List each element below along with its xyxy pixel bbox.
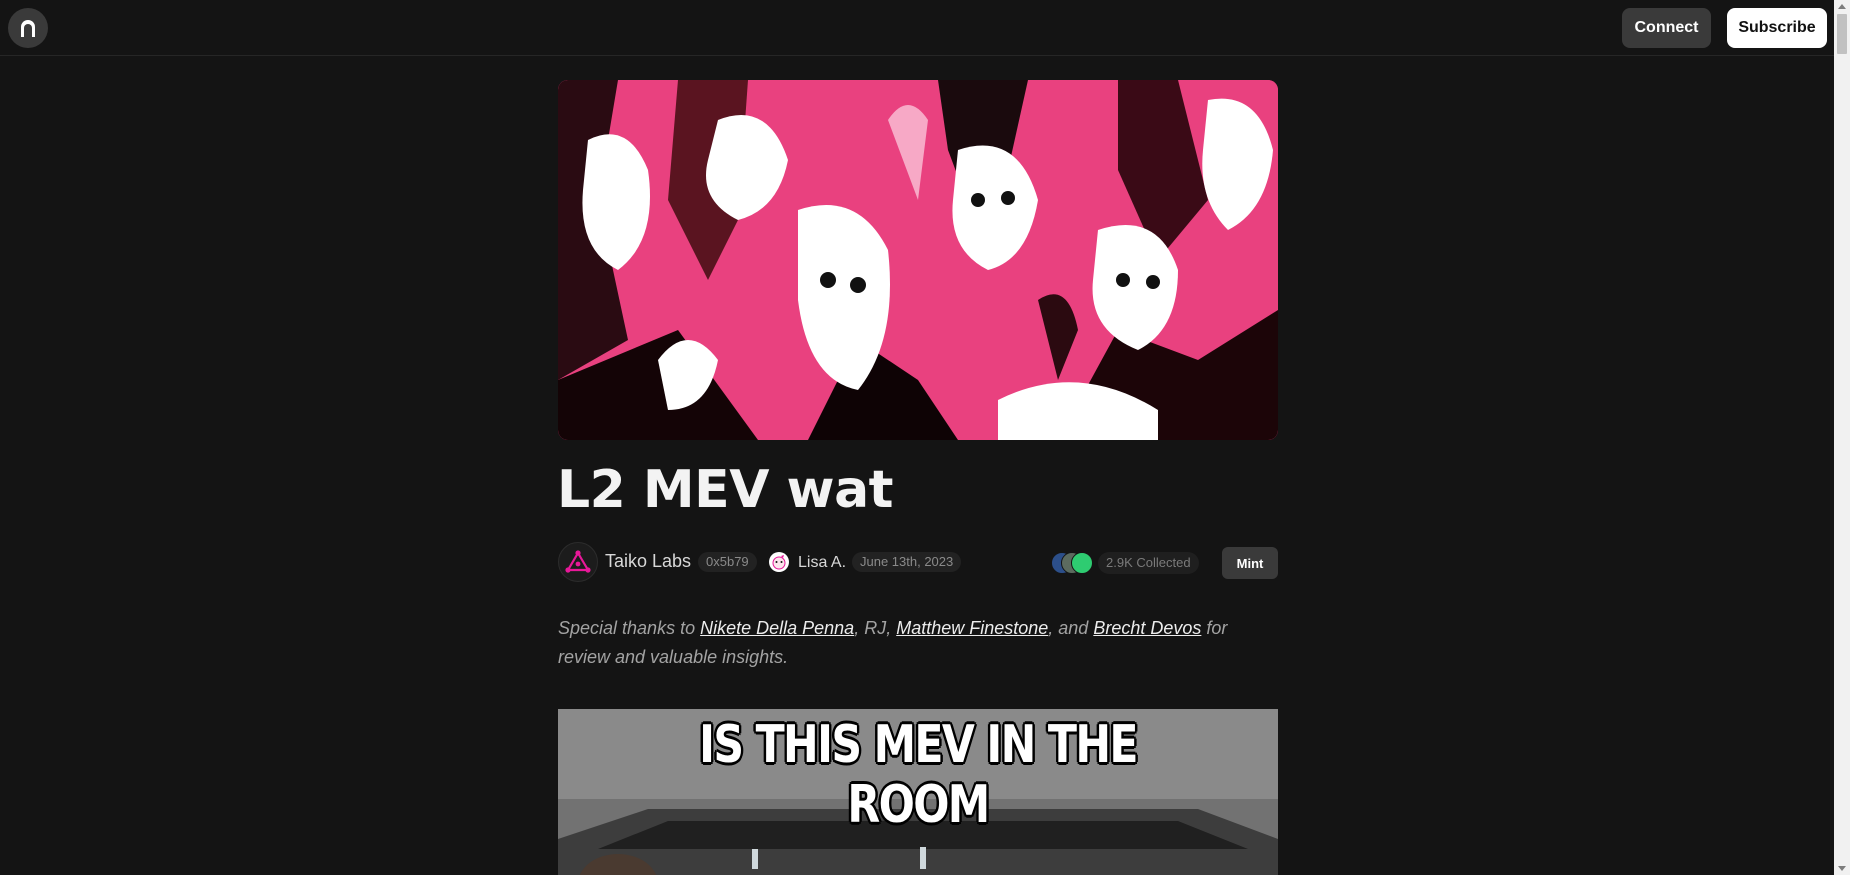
- meme-caption: IS THIS MEV IN THE ROOM: [699, 715, 1138, 835]
- scrollbar-thumb[interactable]: [1837, 14, 1847, 54]
- connect-button[interactable]: Connect: [1622, 8, 1711, 48]
- hero-image: [558, 80, 1278, 440]
- publish-date-badge: June 13th, 2023: [852, 552, 962, 572]
- lisa-avatar-icon[interactable]: [769, 552, 789, 572]
- mint-button[interactable]: Mint: [1222, 547, 1278, 579]
- collector-avatar: [1071, 552, 1093, 574]
- taiko-logo-icon[interactable]: [558, 542, 598, 582]
- thanks-separator: , and: [1048, 618, 1094, 638]
- link-brecht-devos[interactable]: Brecht Devos: [1093, 618, 1201, 638]
- acknowledgement-text: Special thanks to Nikete Della Penna, RJ…: [558, 614, 1278, 672]
- arch-door-icon[interactable]: [8, 8, 48, 48]
- thanks-separator: , RJ,: [854, 618, 897, 638]
- meme-image: IS THIS MEV IN THE ROOM: [558, 709, 1278, 875]
- scroll-up-icon[interactable]: [1838, 4, 1846, 9]
- top-nav-bar: Connect Subscribe: [0, 0, 1834, 56]
- thanks-prefix: Special thanks to: [558, 618, 701, 638]
- collected-count-badge[interactable]: 2.9K Collected: [1098, 552, 1199, 574]
- article-title: L2 MEV wat: [557, 460, 894, 520]
- contributor-name[interactable]: Lisa A.: [798, 554, 846, 572]
- author-address-badge[interactable]: 0x5b79: [698, 552, 757, 572]
- subscribe-button[interactable]: Subscribe: [1727, 8, 1827, 48]
- article-meta-bar: Taiko Labs 0x5b79 Lisa A. June 13th, 202…: [558, 542, 1278, 582]
- page-scrollbar[interactable]: [1834, 0, 1850, 875]
- link-nikete-della-penna[interactable]: Nikete Della Penna: [700, 618, 854, 638]
- link-matthew-finestone[interactable]: Matthew Finestone: [896, 618, 1048, 638]
- collector-avatars[interactable]: [1051, 552, 1093, 574]
- author-name[interactable]: Taiko Labs: [605, 551, 691, 572]
- scroll-down-icon[interactable]: [1838, 866, 1846, 871]
